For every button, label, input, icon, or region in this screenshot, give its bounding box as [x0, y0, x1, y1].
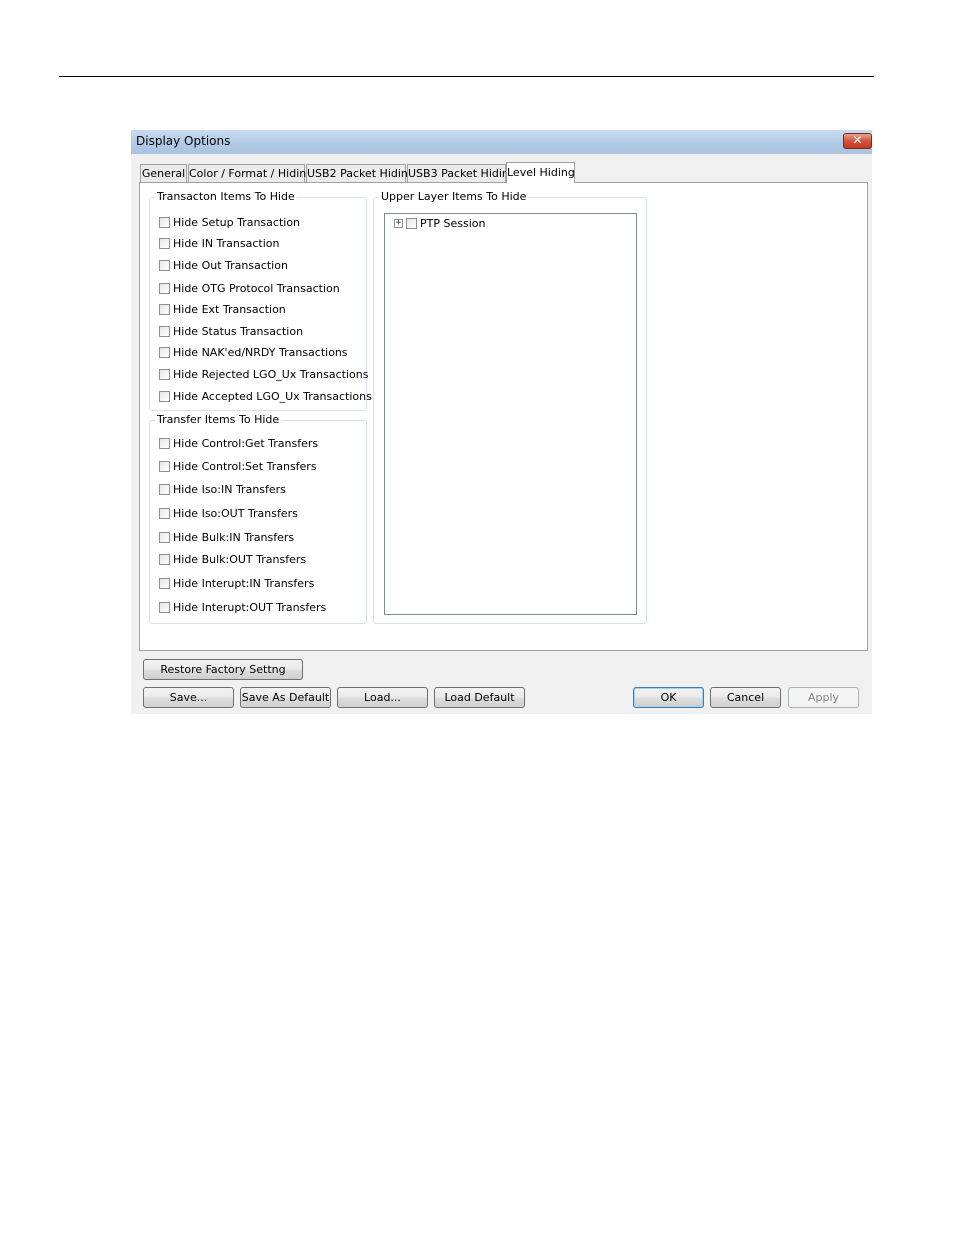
option-label: Hide Iso:IN Transfers: [173, 482, 286, 496]
tree-item-label: PTP Session: [420, 217, 486, 230]
transfer-group-label: Transfer Items To Hide: [155, 413, 282, 426]
hide-ext-transaction-option[interactable]: Hide Ext Transaction: [159, 302, 286, 316]
tab-usb2-packet-hiding[interactable]: USB2 Packet Hiding: [306, 164, 415, 182]
tab-general[interactable]: General: [140, 164, 187, 182]
hide-out-transaction-option[interactable]: Hide Out Transaction: [159, 258, 288, 272]
option-label: Hide Bulk:IN Transfers: [173, 530, 295, 544]
dialog-title: Display Options: [136, 134, 231, 148]
upper-layer-tree[interactable]: + PTP Session: [384, 213, 637, 615]
option-label: Hide Control:Set Transfers: [173, 459, 317, 473]
checkbox[interactable]: [159, 216, 170, 228]
tab-color-format-hiding[interactable]: Color / Format / Hiding: [188, 164, 313, 182]
load-button[interactable]: Load...: [337, 687, 428, 708]
save-as-default-button[interactable]: Save As Default: [240, 687, 331, 708]
hide-rejected-lgo-ux-option[interactable]: Hide Rejected LGO_Ux Transactions: [159, 367, 368, 381]
option-label: Hide Bulk:OUT Transfers: [173, 552, 307, 566]
checkbox[interactable]: [159, 601, 170, 613]
option-label: Hide Iso:OUT Transfers: [173, 506, 298, 520]
save-button[interactable]: Save...: [143, 687, 234, 708]
transaction-group-label: Transacton Items To Hide: [155, 190, 297, 203]
ok-button[interactable]: OK: [633, 687, 704, 708]
load-default-button[interactable]: Load Default: [434, 687, 525, 708]
option-label: Hide OTG Protocol Transaction: [173, 281, 340, 295]
tree-item-ptp-session[interactable]: + PTP Session: [394, 217, 485, 230]
option-label: Hide Control:Get Transfers: [173, 436, 319, 450]
checkbox[interactable]: [159, 460, 170, 472]
restore-factory-setting-button[interactable]: Restore Factory Settng: [143, 659, 303, 680]
expand-plus-icon[interactable]: +: [394, 219, 403, 228]
checkbox[interactable]: [159, 303, 170, 315]
upper-layer-items-group: Upper Layer Items To Hide + PTP Session: [373, 190, 647, 624]
option-label: Hide NAK'ed/NRDY Transactions: [173, 345, 348, 359]
checkbox[interactable]: [159, 390, 170, 402]
option-label: Hide Setup Transaction: [173, 215, 301, 229]
hide-iso-out-transfers-option[interactable]: Hide Iso:OUT Transfers: [159, 506, 298, 520]
hide-control-get-transfers-option[interactable]: Hide Control:Get Transfers: [159, 436, 318, 450]
checkbox[interactable]: [159, 346, 170, 358]
tab-level-hiding[interactable]: Level Hiding: [506, 162, 575, 183]
checkbox[interactable]: [159, 437, 170, 449]
close-icon[interactable]: ✕: [843, 133, 872, 149]
option-label: Hide Interupt:OUT Transfers: [173, 600, 327, 614]
checkbox[interactable]: [159, 237, 170, 249]
checkbox[interactable]: [159, 577, 170, 589]
hide-interupt-out-transfers-option[interactable]: Hide Interupt:OUT Transfers: [159, 600, 326, 614]
title-bar[interactable]: Display Options ✕: [131, 130, 872, 154]
hide-in-transaction-option[interactable]: Hide IN Transaction: [159, 236, 279, 250]
checkbox[interactable]: [159, 368, 170, 380]
checkbox[interactable]: [159, 553, 170, 565]
tab-usb3-packet-hiding[interactable]: USB3 Packet Hiding: [407, 164, 516, 182]
apply-button[interactable]: Apply: [788, 687, 859, 708]
hide-accepted-lgo-ux-option[interactable]: Hide Accepted LGO_Ux Transactions: [159, 389, 372, 403]
hide-interupt-in-transfers-option[interactable]: Hide Interupt:IN Transfers: [159, 576, 314, 590]
hide-iso-in-transfers-option[interactable]: Hide Iso:IN Transfers: [159, 482, 286, 496]
checkbox[interactable]: [159, 531, 170, 543]
display-options-dialog: Display Options ✕ General Color / Format…: [131, 130, 872, 714]
checkbox[interactable]: [159, 483, 170, 495]
hide-otg-protocol-transaction-option[interactable]: Hide OTG Protocol Transaction: [159, 281, 340, 295]
hide-bulk-in-transfers-option[interactable]: Hide Bulk:IN Transfers: [159, 530, 294, 544]
hide-naked-nrdy-transactions-option[interactable]: Hide NAK'ed/NRDY Transactions: [159, 345, 348, 359]
option-label: Hide Interupt:IN Transfers: [173, 576, 315, 590]
checkbox[interactable]: [159, 282, 170, 294]
option-label: Hide Status Transaction: [173, 324, 304, 338]
transaction-items-group: Transacton Items To Hide Hide Setup Tran…: [149, 190, 372, 411]
option-label: Hide Rejected LGO_Ux Transactions: [173, 367, 369, 381]
checkbox[interactable]: [159, 507, 170, 519]
checkbox[interactable]: [159, 259, 170, 271]
upper-layer-group-label: Upper Layer Items To Hide: [379, 190, 529, 203]
option-label: Hide IN Transaction: [173, 236, 280, 250]
option-label: Hide Ext Transaction: [173, 302, 286, 316]
hide-bulk-out-transfers-option[interactable]: Hide Bulk:OUT Transfers: [159, 552, 306, 566]
page-header-rule: [59, 76, 874, 77]
option-label: Hide Accepted LGO_Ux Transactions: [173, 389, 372, 403]
checkbox[interactable]: [159, 325, 170, 337]
hide-status-transaction-option[interactable]: Hide Status Transaction: [159, 324, 303, 338]
cancel-button[interactable]: Cancel: [710, 687, 781, 708]
level-hiding-panel: Transacton Items To Hide Hide Setup Tran…: [139, 182, 868, 651]
checkbox[interactable]: [406, 218, 417, 229]
option-label: Hide Out Transaction: [173, 258, 288, 272]
hide-setup-transaction-option[interactable]: Hide Setup Transaction: [159, 215, 300, 229]
hide-control-set-transfers-option[interactable]: Hide Control:Set Transfers: [159, 459, 317, 473]
transfer-items-group: Transfer Items To Hide Hide Control:Get …: [149, 413, 367, 624]
